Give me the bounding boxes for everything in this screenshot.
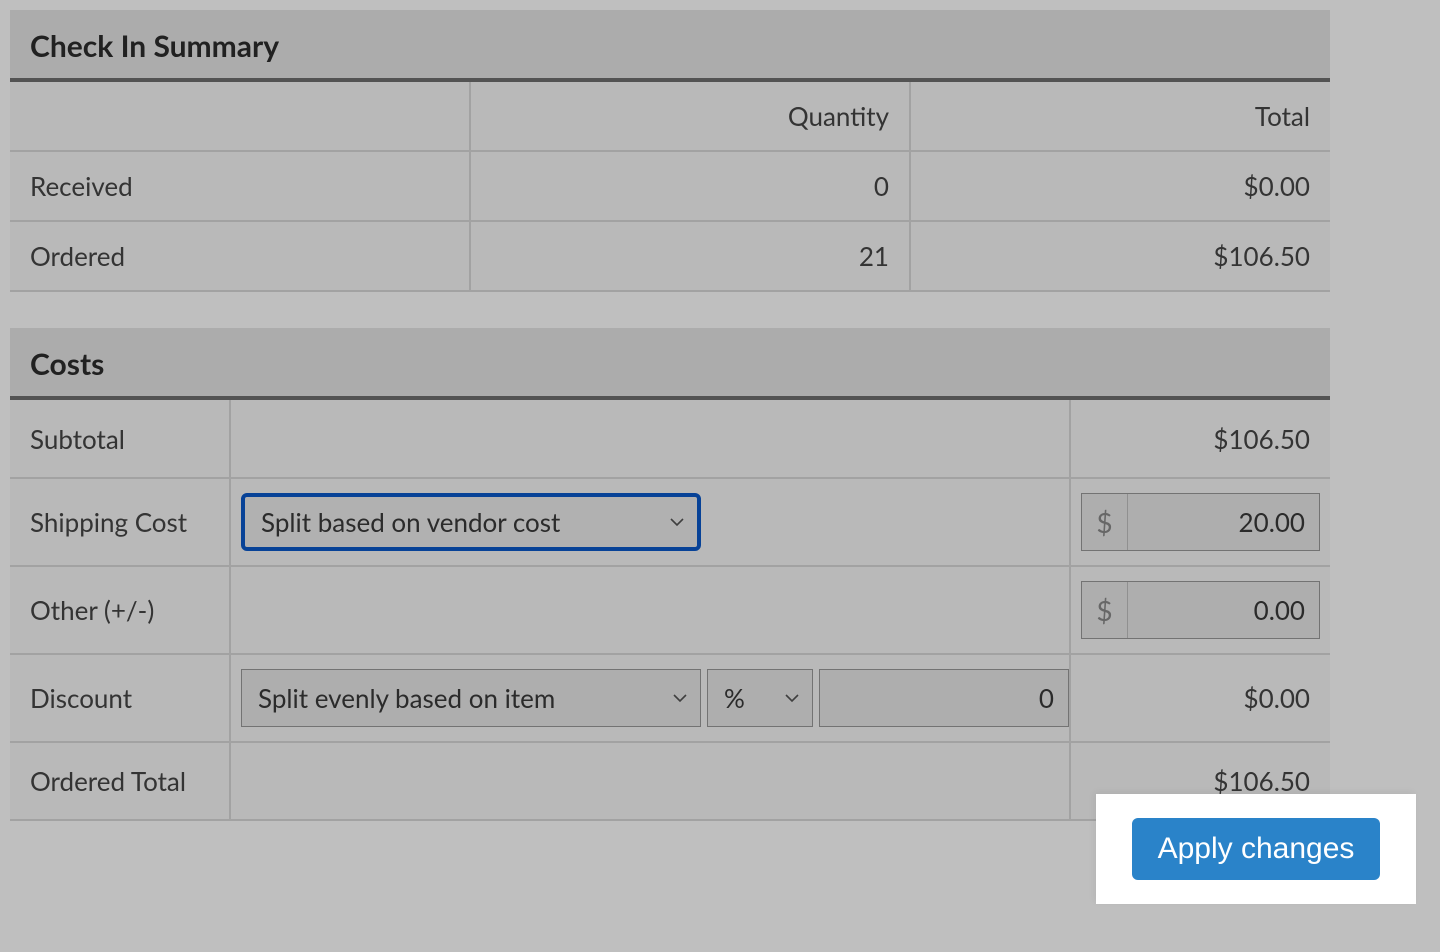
- discount-unit-select[interactable]: %: [707, 669, 813, 727]
- currency-symbol: $: [1082, 582, 1128, 638]
- summary-table: Quantity Total Received 0 $0.00 Ordered …: [10, 82, 1330, 292]
- row-label: Received: [10, 151, 470, 221]
- column-header-total: Total: [910, 82, 1330, 151]
- section-title: Check In Summary: [10, 10, 1330, 82]
- discount-total: $0.00: [1070, 654, 1330, 742]
- discount-method-select[interactable]: Split evenly based on item: [241, 669, 701, 727]
- other-cost-input[interactable]: $ 0.00: [1081, 581, 1320, 639]
- footer-actions: Apply changes: [1096, 794, 1416, 904]
- apply-changes-button[interactable]: Apply changes: [1132, 818, 1381, 880]
- section-title: Costs: [10, 328, 1330, 400]
- other-row: Other (+/-) $ 0.00: [10, 566, 1330, 654]
- input-value: 0.00: [1128, 582, 1319, 638]
- shipping-controls-cell: Split based on vendor cost: [230, 478, 1070, 566]
- discount-value-input[interactable]: 0: [819, 669, 1069, 727]
- row-label: Ordered: [10, 221, 470, 291]
- subtotal-row: Subtotal $106.50: [10, 400, 1330, 478]
- select-value: Split evenly based on item: [258, 682, 672, 714]
- costs-section: Costs Subtotal $106.50 Shipping Cost Sp: [10, 328, 1330, 821]
- row-total: $106.50: [910, 221, 1330, 291]
- check-in-summary-section: Check In Summary Quantity Total Received…: [10, 10, 1330, 292]
- discount-row: Discount Split evenly based on item %: [10, 654, 1330, 742]
- chevron-down-icon: [672, 690, 688, 706]
- empty-cell: [230, 742, 1070, 820]
- chevron-down-icon: [784, 690, 800, 706]
- row-label: Discount: [10, 654, 230, 742]
- row-label: Shipping Cost: [10, 478, 230, 566]
- row-qty: 0: [470, 151, 910, 221]
- shipping-cost-input[interactable]: $ 20.00: [1081, 493, 1320, 551]
- select-value: %: [724, 682, 784, 714]
- row-label: Subtotal: [10, 400, 230, 478]
- other-value-cell: $ 0.00: [1070, 566, 1330, 654]
- table-row: Ordered 21 $106.50: [10, 221, 1330, 291]
- row-label: Other (+/-): [10, 566, 230, 654]
- shipping-method-select[interactable]: Split based on vendor cost: [241, 493, 701, 551]
- empty-cell: [230, 400, 1070, 478]
- chevron-down-icon: [669, 514, 685, 530]
- table-row: Received 0 $0.00: [10, 151, 1330, 221]
- row-label: Ordered Total: [10, 742, 230, 820]
- row-qty: 21: [470, 221, 910, 291]
- column-header-quantity: Quantity: [470, 82, 910, 151]
- shipping-value-cell: $ 20.00: [1070, 478, 1330, 566]
- table-header-row: Quantity Total: [10, 82, 1330, 151]
- costs-table: Subtotal $106.50 Shipping Cost Split bas…: [10, 400, 1330, 821]
- discount-controls-cell: Split evenly based on item %: [230, 654, 1070, 742]
- input-value: 20.00: [1128, 494, 1319, 550]
- input-value: 0: [820, 670, 1068, 726]
- row-total: $0.00: [910, 151, 1330, 221]
- empty-cell: [230, 566, 1070, 654]
- subtotal-value: $106.50: [1070, 400, 1330, 478]
- shipping-row: Shipping Cost Split based on vendor cost…: [10, 478, 1330, 566]
- column-header-blank: [10, 82, 470, 151]
- currency-symbol: $: [1082, 494, 1128, 550]
- select-value: Split based on vendor cost: [261, 506, 669, 538]
